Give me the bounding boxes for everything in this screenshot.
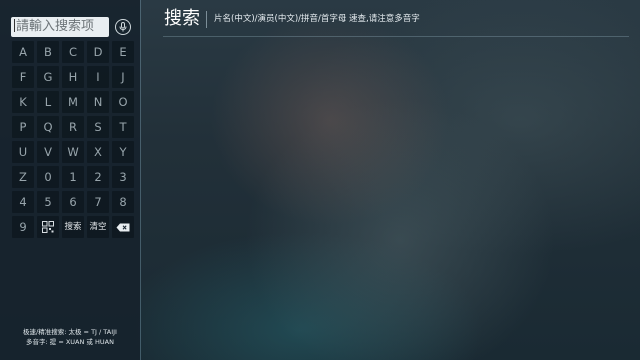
key-f[interactable]: F [12, 66, 34, 88]
key-a[interactable]: A [12, 41, 34, 63]
panel-divider [140, 0, 141, 360]
backspace-button[interactable] [112, 216, 134, 238]
key-e[interactable]: E [112, 41, 134, 63]
key-w[interactable]: W [62, 141, 84, 163]
key-s[interactable]: S [87, 116, 109, 138]
key-b[interactable]: B [37, 41, 59, 63]
key-z[interactable]: Z [12, 166, 34, 188]
key-1[interactable]: 1 [62, 166, 84, 188]
key-d[interactable]: D [87, 41, 109, 63]
key-l[interactable]: L [37, 91, 59, 113]
text-caret [14, 19, 15, 32]
key-n[interactable]: N [87, 91, 109, 113]
key-t[interactable]: T [112, 116, 134, 138]
key-6[interactable]: 6 [62, 191, 84, 213]
key-r[interactable]: R [62, 116, 84, 138]
key-g[interactable]: G [37, 66, 59, 88]
key-q[interactable]: Q [37, 116, 59, 138]
key-3[interactable]: 3 [112, 166, 134, 188]
key-o[interactable]: O [112, 91, 134, 113]
key-j[interactable]: J [112, 66, 134, 88]
qr-code-button[interactable] [37, 216, 59, 238]
qr-code-icon [42, 221, 54, 233]
page-subtitle: 片名(中文)/演员(中文)/拼音/首字母 速查,请注意多音字 [214, 14, 420, 24]
microphone-icon [115, 19, 131, 35]
key-c[interactable]: C [62, 41, 84, 63]
key-2[interactable]: 2 [87, 166, 109, 188]
clear-button[interactable]: 清空 [87, 216, 109, 238]
key-7[interactable]: 7 [87, 191, 109, 213]
header-rule [163, 36, 629, 37]
key-i[interactable]: I [87, 66, 109, 88]
voice-search-button[interactable] [113, 17, 133, 37]
search-input[interactable]: 請輸入搜索项 [11, 17, 109, 37]
key-h[interactable]: H [62, 66, 84, 88]
hint-line-1: 极速/精准搜索: 太极 = TJ / TAIJI [23, 328, 117, 336]
key-u[interactable]: U [12, 141, 34, 163]
key-9[interactable]: 9 [12, 216, 34, 238]
key-m[interactable]: M [62, 91, 84, 113]
backspace-icon [116, 223, 130, 231]
key-p[interactable]: P [12, 116, 34, 138]
key-y[interactable]: Y [112, 141, 134, 163]
key-k[interactable]: K [12, 91, 34, 113]
hint-line-2: 多音字: 提 = XUAN 或 HUAN [26, 338, 114, 346]
key-8[interactable]: 8 [112, 191, 134, 213]
search-button[interactable]: 搜索 [62, 216, 84, 238]
keyboard-panel: 請輸入搜索项 ABCDE FGHIJ KLMNO PQRST UVWXY Z0123 456… [0, 0, 140, 360]
key-0[interactable]: 0 [37, 166, 59, 188]
key-4[interactable]: 4 [12, 191, 34, 213]
key-5[interactable]: 5 [37, 191, 59, 213]
key-x[interactable]: X [87, 141, 109, 163]
page-title: 搜索 [164, 8, 200, 29]
title-separator [206, 11, 207, 28]
search-placeholder: 請輸入搜索项 [16, 19, 95, 34]
key-v[interactable]: V [37, 141, 59, 163]
